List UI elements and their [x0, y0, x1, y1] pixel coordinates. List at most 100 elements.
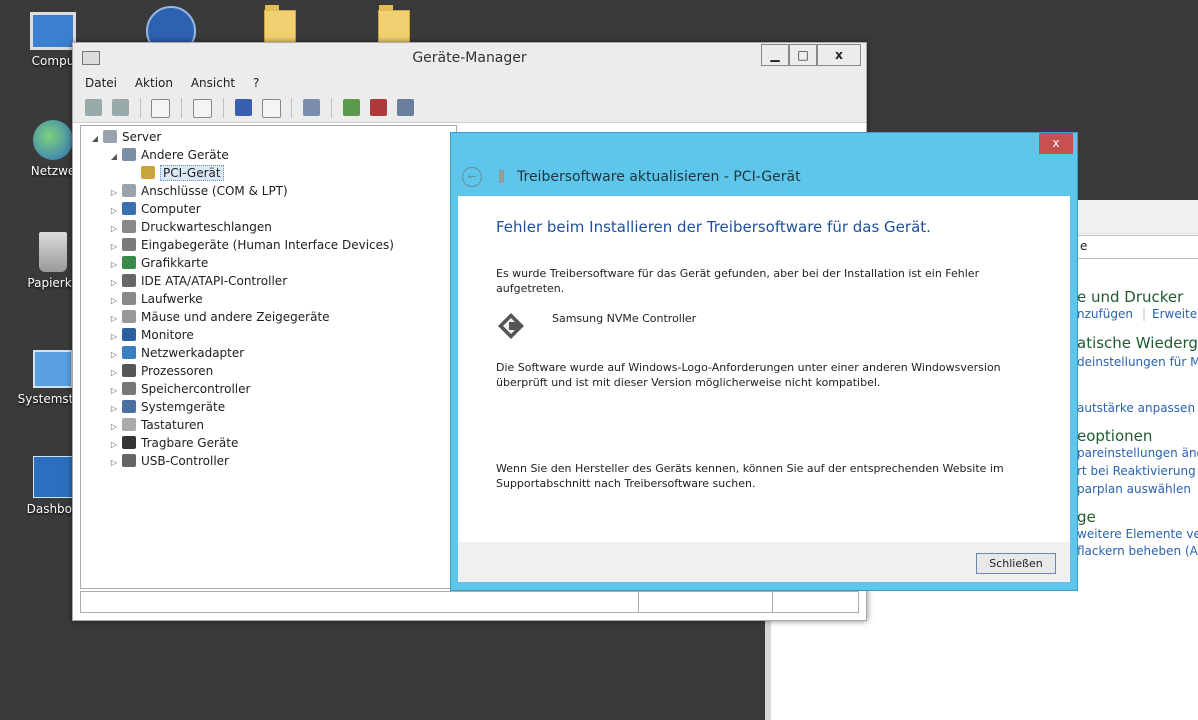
cp-link-power-settings[interactable]: pareinstellungen änder	[1077, 446, 1198, 460]
tree-node-label: Mäuse und andere Zeigegeräte	[141, 310, 330, 324]
tree-node[interactable]: ▷ Laufwerke	[108, 290, 203, 308]
scan-hardware-icon[interactable]	[303, 99, 321, 116]
window-title: Geräte-Manager	[412, 50, 527, 66]
disable-device-icon[interactable]	[396, 99, 414, 116]
cp-link-advanced[interactable]: Erweitert	[1152, 307, 1198, 321]
cp-heading-power[interactable]: eoptionen	[1077, 427, 1152, 445]
device-name: Samsung NVMe Controller	[552, 312, 697, 325]
tree-node[interactable]: ▷ Mäuse und andere Zeigegeräte	[108, 308, 330, 326]
title-bar[interactable]: Geräte-Manager ▁ □ x	[73, 43, 866, 73]
tree-node[interactable]: ▷ Tastaturen	[108, 416, 204, 434]
close-wizard-button[interactable]: Schließen	[976, 553, 1056, 574]
pci-warning-icon	[141, 166, 155, 179]
tree-node-label: USB-Controller	[141, 454, 229, 468]
system-devices-icon	[122, 400, 136, 413]
tree-node[interactable]: PCI-Gerät	[127, 164, 224, 182]
tree-node-label: Anschlüsse (COM & LPT)	[141, 184, 288, 198]
other-devices-icon	[122, 148, 136, 161]
control-panel-search-input[interactable]: e	[1077, 235, 1198, 259]
menu-aktion[interactable]: Aktion	[135, 73, 173, 93]
tree-node[interactable]: ▷ Netzwerkadapter	[108, 344, 244, 362]
cp-link-flicker[interactable]: flackern beheben (Aktu	[1077, 544, 1198, 558]
server-icon	[103, 130, 117, 143]
tree-node-label: Eingabegeräte (Human Interface Devices)	[141, 238, 394, 252]
tree-node-label: Server	[122, 130, 162, 144]
tree-node[interactable]: ▷ Anschlüsse (COM & LPT)	[108, 182, 288, 200]
back-arrow-icon[interactable]: ←	[462, 167, 482, 187]
tree-node[interactable]: ◢ Andere Geräte	[108, 146, 229, 164]
tree-node[interactable]: ▷ Grafikkarte	[108, 254, 208, 272]
menu-help[interactable]: ?	[253, 73, 259, 93]
uninstall-icon[interactable]	[369, 99, 387, 116]
ide-controller-icon	[122, 274, 136, 287]
tree-node-label: IDE ATA/ATAPI-Controller	[141, 274, 288, 288]
cp-heading-display[interactable]: ge	[1077, 508, 1096, 526]
cp-separator: |	[1142, 307, 1147, 321]
tree-node-label: Netzwerkadapter	[141, 346, 245, 360]
cp-link-power-plan[interactable]: parplan auswählen	[1077, 482, 1191, 496]
manufacturer-hint: Wenn Sie den Hersteller des Geräts kenne…	[496, 462, 1004, 490]
network-globe-icon	[33, 120, 73, 160]
minimize-button[interactable]: ▁	[761, 44, 789, 66]
cp-link-volume[interactable]: autstärke anpassen	[1077, 401, 1195, 415]
maximize-button[interactable]: □	[789, 44, 817, 66]
processor-icon	[122, 364, 136, 377]
port-icon	[122, 184, 136, 197]
tree-node[interactable]: ▷ Druckwarteschlangen	[108, 218, 272, 236]
forward-arrow-icon[interactable]	[111, 99, 129, 116]
close-button[interactable]: x	[817, 44, 861, 66]
portable-device-icon	[122, 436, 136, 449]
help-icon[interactable]	[234, 99, 252, 116]
storage-controller-icon	[496, 311, 526, 341]
pci-device-icon	[499, 170, 504, 183]
update-driver-icon[interactable]	[342, 99, 360, 116]
tree-node[interactable]: ▷ Speichercontroller	[108, 380, 250, 398]
tree-root[interactable]: ◢ Server	[89, 128, 161, 146]
cp-heading-autoplay[interactable]: atische Wiedergab	[1077, 334, 1198, 352]
tree-node-label: Systemgeräte	[141, 400, 226, 414]
collapse-arrow-icon[interactable]: ◢	[108, 148, 120, 166]
device-tree[interactable]: ◢ Server ◢ Andere Geräte PCI-Gerät ▷ Anschlüs…	[80, 125, 457, 589]
monitor-icon	[122, 328, 136, 341]
dialog-content: Fehler beim Installieren der Treibersoft…	[458, 196, 1070, 542]
tree-node[interactable]: ▷ IDE ATA/ATAPI-Controller	[108, 272, 287, 290]
network-adapter-icon	[122, 346, 136, 359]
cp-link-media[interactable]: deinstellungen für Medi	[1077, 355, 1198, 369]
menu-ansicht[interactable]: Ansicht	[191, 73, 235, 93]
toolbar-separator	[222, 98, 224, 118]
dashboard-icon	[33, 456, 73, 498]
tree-node[interactable]: ▷ Eingabegeräte (Human Interface Devices)	[108, 236, 394, 254]
action-pane-icon[interactable]	[261, 99, 281, 118]
status-divider	[638, 592, 639, 612]
cp-link-add[interactable]: nzufügen	[1077, 307, 1133, 321]
recycle-bin-icon	[39, 232, 67, 272]
toolbar-separator	[139, 98, 141, 118]
tree-node-label: Tragbare Geräte	[141, 436, 239, 450]
tree-node-label: Monitore	[141, 328, 194, 342]
tree-node[interactable]: ▷ Systemgeräte	[108, 398, 225, 416]
tree-node[interactable]: ▷ Monitore	[108, 326, 194, 344]
back-arrow-icon[interactable]	[85, 99, 102, 116]
console-tree-icon[interactable]	[151, 99, 171, 118]
control-panel-icon	[33, 350, 73, 388]
tree-node[interactable]: ▷ Computer	[108, 200, 201, 218]
collapse-arrow-icon[interactable]: ◢	[89, 130, 101, 148]
tree-node[interactable]: ▷ Tragbare Geräte	[108, 434, 238, 452]
dialog-footer: Schließen	[458, 542, 1070, 582]
tree-node[interactable]: ▷ Prozessoren	[108, 362, 213, 380]
dialog-close-button[interactable]: x	[1039, 133, 1073, 154]
tree-node-label: Laufwerke	[141, 292, 203, 306]
cp-heading-devices[interactable]: e und Drucker	[1077, 288, 1183, 306]
expand-arrow-icon[interactable]: ▷	[108, 454, 120, 472]
cp-separator: |	[1188, 401, 1193, 415]
mouse-icon	[122, 310, 136, 323]
menu-datei[interactable]: Datei	[85, 73, 117, 93]
printer-icon	[122, 220, 136, 233]
properties-icon[interactable]	[193, 99, 213, 118]
cp-link-wakeup[interactable]: rt bei Reaktivierung des	[1077, 464, 1198, 478]
menu-bar: Datei Aktion Ansicht ?	[73, 73, 866, 94]
tree-node[interactable]: ▷ USB-Controller	[108, 452, 229, 470]
toolbar-separator	[181, 98, 183, 118]
cp-link-elements[interactable]: weitere Elemente verg	[1077, 527, 1198, 541]
toolbar	[73, 94, 866, 123]
